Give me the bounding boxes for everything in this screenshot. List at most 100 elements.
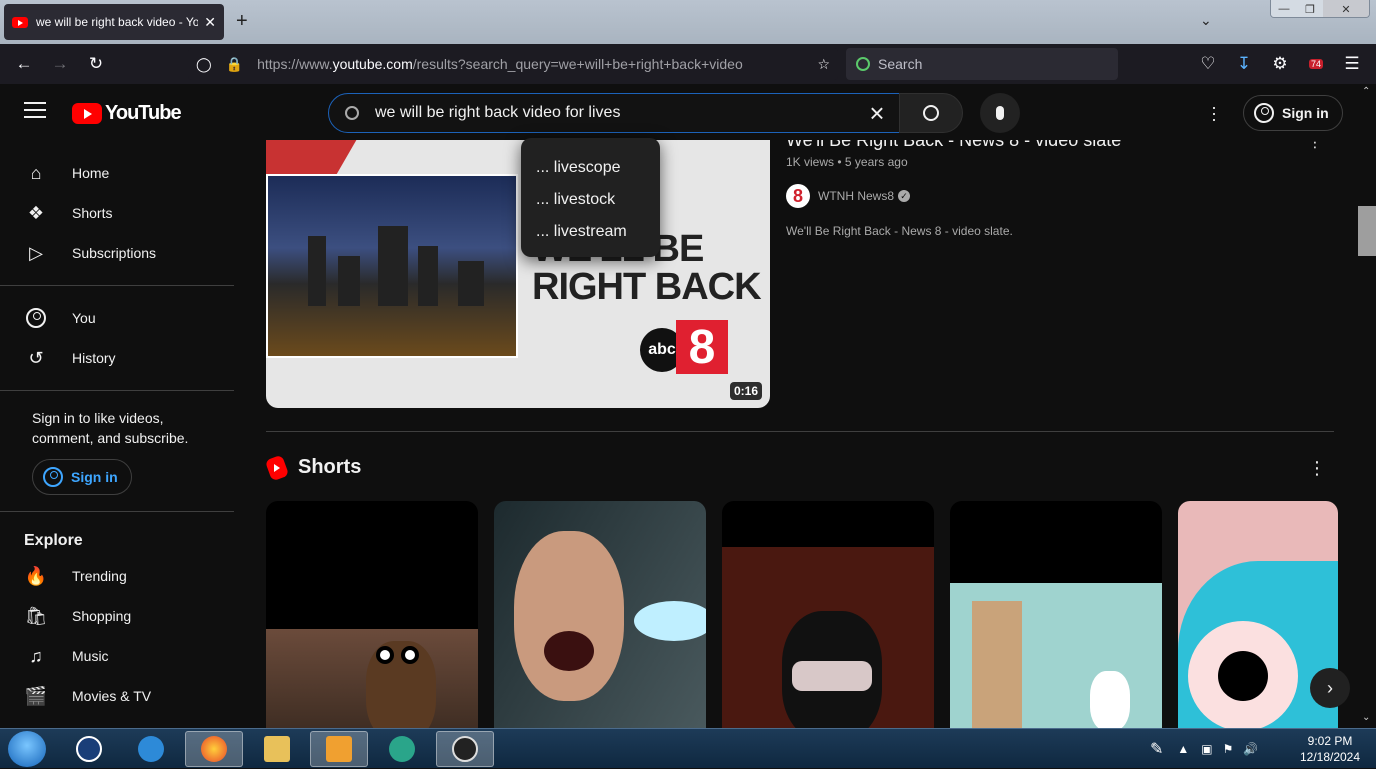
guide-menu-icon[interactable] <box>24 102 46 120</box>
explore-heading: Explore <box>24 532 83 549</box>
windows-taskbar: ✎ ▲ ▣ ⚑ 🔊 9:02 PM 12/18/2024 <box>0 728 1376 768</box>
settings-kebab-icon[interactable]: · · · <box>1204 98 1224 128</box>
voice-search-button[interactable] <box>980 93 1020 133</box>
search-results: WE'LL BERIGHT BACK abc 8 0:16 We'll Be R… <box>240 140 1360 728</box>
short-thumbnail[interactable] <box>494 501 706 728</box>
scroll-up-chevron-icon[interactable]: ⌃ <box>1362 86 1370 97</box>
sidebar-item-label: Trending <box>72 568 127 584</box>
suggestion-item[interactable]: ... livestock <box>521 184 660 216</box>
sidebar-item-history[interactable]: ↺ History <box>12 338 228 378</box>
volume-icon[interactable]: 🔊 <box>1243 742 1258 756</box>
movies-icon: 🎬 <box>24 685 48 706</box>
minimize-icon[interactable]: — <box>1271 0 1297 17</box>
channel-link[interactable]: 8 WTNH News8 ✓ <box>786 184 911 208</box>
browser-tab-bar: we will be right back video - Yo ✕ + ⌄ —… <box>0 0 1376 44</box>
video-metadata: 1K views • 5 years ago <box>786 155 908 169</box>
video-menu-kebab-icon[interactable]: ⋮ <box>1308 140 1322 151</box>
sidebar-item-label: You <box>72 310 96 326</box>
browser-tab[interactable]: we will be right back video - Yo ✕ <box>4 4 224 40</box>
search-suggestions-dropdown: ... livescope ... livestock ... livestre… <box>521 138 660 257</box>
shorts-next-chevron-icon[interactable]: › <box>1310 668 1350 708</box>
microphone-icon <box>996 106 1004 120</box>
sign-in-label: Sign in <box>71 469 118 485</box>
url-bar[interactable]: ◯ 🔒 https://www.youtube.com/results?sear… <box>188 48 838 80</box>
taskbar-obs-icon[interactable] <box>436 731 494 767</box>
search-button[interactable] <box>899 93 963 133</box>
sidebar-item-shorts[interactable]: ❖ Shorts <box>12 193 228 233</box>
suggestion-item[interactable]: ... livestream <box>521 216 660 248</box>
app-menu-icon[interactable]: ☰ <box>1340 52 1364 76</box>
new-tab-button[interactable]: + <box>236 10 248 33</box>
extensions-icon[interactable]: ⚙ <box>1268 52 1292 76</box>
tab-close-icon[interactable]: ✕ <box>204 14 216 31</box>
scrollbar-thumb[interactable] <box>1358 206 1376 256</box>
download-icon[interactable]: ↧ <box>1232 52 1256 76</box>
sidebar: ⌂ Home ❖ Shorts ▷ Subscriptions You ↺ Hi… <box>0 140 240 728</box>
subscriptions-icon: ▷ <box>29 242 43 263</box>
sidebar-item-shopping[interactable]: 🛍 Shopping <box>12 596 228 636</box>
network-icon[interactable]: ▣ <box>1201 742 1212 756</box>
pen-input-icon[interactable]: ✎ <box>1150 739 1163 759</box>
sidebar-sign-in-button[interactable]: Sign in <box>32 459 132 495</box>
sidebar-item-subscriptions[interactable]: ▷ Subscriptions <box>12 233 228 273</box>
short-thumbnail[interactable] <box>266 501 478 728</box>
channel-avatar[interactable]: 8 <box>786 184 810 208</box>
short-thumbnail[interactable] <box>950 501 1162 728</box>
sidebar-item-music[interactable]: ♫ Music <box>12 636 228 676</box>
video-title[interactable]: We'll Be Right Back - News 8 - video sla… <box>786 140 1121 151</box>
search-engine-icon <box>856 57 870 71</box>
sidebar-item-movies[interactable]: 🎬 Movies & TV <box>12 676 228 716</box>
search-icon <box>923 105 939 121</box>
windows-start-button[interactable] <box>8 731 46 767</box>
taskbar-app-icon[interactable] <box>373 731 431 767</box>
extension-badge-count: 74 <box>1308 59 1323 69</box>
tab-title: we will be right back video - Yo <box>36 15 199 29</box>
taskbar-hp-icon[interactable] <box>60 731 118 767</box>
forward-arrow-icon[interactable]: → <box>48 52 72 76</box>
reload-icon[interactable]: ↻ <box>84 52 108 76</box>
sidebar-item-you[interactable]: You <box>12 298 228 338</box>
taskbar-media-player-icon[interactable] <box>310 731 368 767</box>
show-hidden-icons-chevron-icon[interactable]: ▲ <box>1177 742 1189 756</box>
pocket-icon[interactable]: ♡ <box>1196 52 1220 76</box>
sign-in-button[interactable]: Sign in <box>1243 95 1343 131</box>
window-close-icon[interactable]: ✕ <box>1323 0 1369 17</box>
lock-icon[interactable]: 🔒 <box>226 56 243 73</box>
search-icon <box>345 106 359 120</box>
taskbar-firefox-icon[interactable] <box>185 731 243 767</box>
page-scrollbar[interactable] <box>1360 84 1376 728</box>
short-thumbnail[interactable] <box>722 501 934 728</box>
shield-icon[interactable]: ◯ <box>196 56 212 73</box>
city-skyline-image <box>266 174 518 358</box>
trending-icon: 🔥 <box>24 565 48 586</box>
taskbar-ie-icon[interactable] <box>122 731 180 767</box>
url-text[interactable]: https://www.youtube.com/results?search_q… <box>257 56 817 72</box>
shorts-menu-kebab-icon[interactable]: ⋮ <box>1308 458 1326 479</box>
taskbar-clock[interactable]: 9:02 PM 12/18/2024 <box>1290 733 1370 765</box>
clock-date: 12/18/2024 <box>1299 750 1361 764</box>
video-thumbnail[interactable]: WE'LL BERIGHT BACK abc 8 0:16 <box>266 140 770 408</box>
youtube-search-box[interactable]: we will be right back video for lives × <box>328 93 900 133</box>
tab-list-chevron-icon[interactable]: ⌄ <box>1200 12 1212 29</box>
youtube-favicon-icon <box>12 16 28 28</box>
suggestion-item[interactable]: ... livescope <box>521 152 660 184</box>
clear-search-icon[interactable]: × <box>855 100 899 126</box>
sidebar-item-label: Shopping <box>72 608 132 624</box>
youtube-logo[interactable]: YouTube <box>72 102 182 125</box>
sidebar-item-trending[interactable]: 🔥 Trending <box>12 556 228 596</box>
logo-text: YouTube <box>105 102 182 124</box>
scroll-down-chevron-icon[interactable]: ⌄ <box>1362 712 1370 723</box>
browser-search-field[interactable]: Search <box>846 48 1118 80</box>
restore-icon[interactable]: ❐ <box>1297 0 1323 17</box>
sidebar-divider <box>0 511 234 512</box>
extension-badge-icon[interactable]: 74 <box>1304 52 1328 76</box>
sidebar-divider <box>0 390 234 391</box>
bookmark-star-icon[interactable]: ☆ <box>817 56 830 73</box>
channel-name[interactable]: WTNH News8 <box>818 189 894 203</box>
back-arrow-icon[interactable]: ← <box>12 52 36 76</box>
sidebar-item-home[interactable]: ⌂ Home <box>12 153 228 193</box>
taskbar-explorer-icon[interactable] <box>248 731 306 767</box>
shorts-icon: ❖ <box>27 202 45 223</box>
action-center-flag-icon[interactable]: ⚑ <box>1223 742 1234 756</box>
search-input[interactable]: we will be right back video for lives <box>375 104 855 122</box>
